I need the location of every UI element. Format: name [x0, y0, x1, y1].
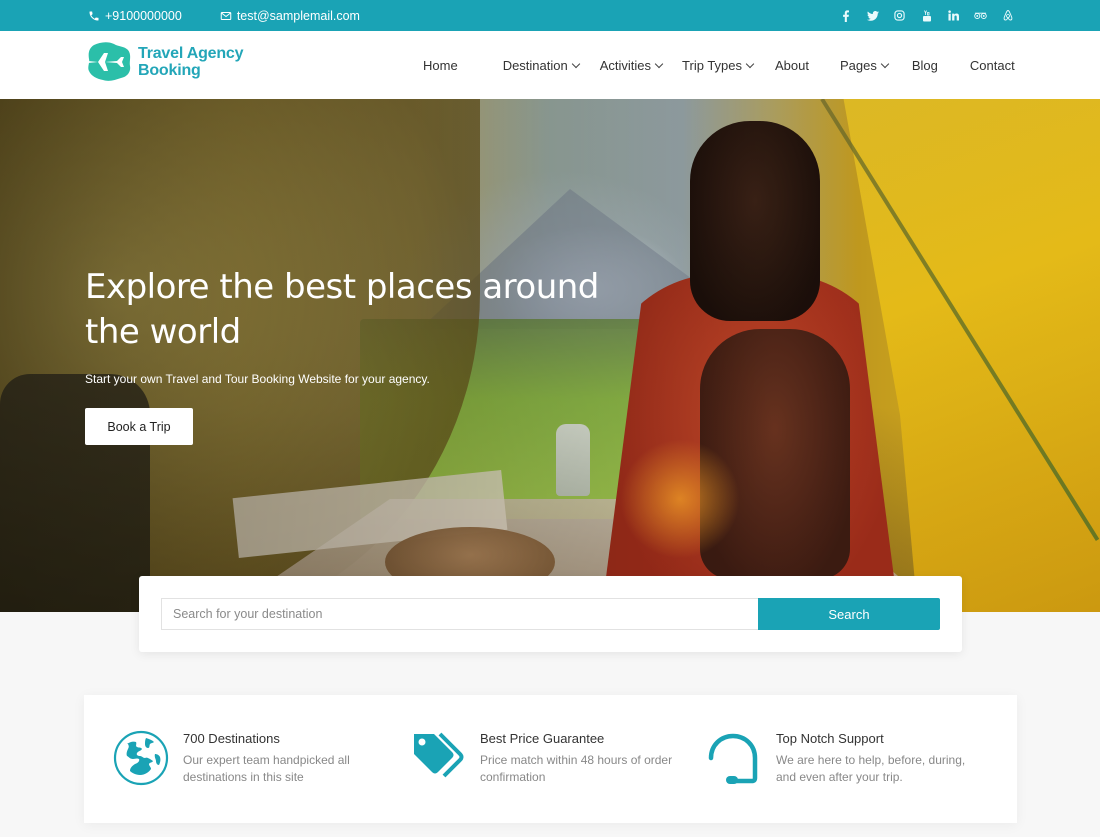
mail-icon [220, 11, 232, 20]
instagram-icon[interactable] [893, 9, 906, 22]
main-nav: Home Destination Activities Trip Types A… [413, 31, 1015, 99]
hero-banner: Explore the best places around the world… [0, 99, 1100, 612]
headset-icon [708, 733, 758, 784]
site-logo[interactable]: Travel Agency Booking [84, 41, 244, 83]
chevron-down-icon [654, 59, 664, 68]
nav-about-label: About [775, 57, 809, 73]
nav-pages-label: Pages [839, 57, 877, 73]
globe-icon [113, 730, 169, 786]
feature-item: Best Price Guarantee Price match within … [410, 730, 680, 786]
search-panel: Search [139, 576, 962, 652]
hero-subtitle: Start your own Travel and Tour Booking W… [85, 372, 430, 386]
nav-contact[interactable]: Contact [970, 58, 1015, 73]
twitter-icon[interactable] [866, 9, 879, 22]
tripadvisor-icon[interactable] [974, 9, 987, 22]
email-link[interactable]: test@samplemail.com [220, 9, 360, 23]
phone-icon [89, 11, 99, 20]
nav-blog-label: Blog [911, 57, 938, 73]
phone-link[interactable]: +9100000000 [88, 9, 182, 23]
feature-title: Top Notch Support [776, 731, 884, 746]
nav-home[interactable]: Home [423, 58, 458, 73]
contact-info: +9100000000 test@samplemail.com [88, 0, 398, 31]
facebook-icon[interactable] [839, 9, 852, 22]
chevron-down-icon [880, 59, 890, 68]
nav-activities-label: Activities [599, 57, 652, 73]
hero-title: Explore the best places around the world [85, 265, 625, 355]
feature-item: 700 Destinations Our expert team handpic… [113, 730, 383, 786]
top-bar: +9100000000 test@samplemail.com [0, 0, 1100, 31]
hero-title-line-2: the world [85, 312, 241, 352]
feature-description: Price match within 48 hours of order con… [480, 753, 673, 784]
search-button[interactable]: Search [758, 598, 940, 630]
email-address: test@samplemail.com [236, 8, 360, 23]
feature-title: Best Price Guarantee [480, 731, 605, 746]
social-links [825, 0, 1014, 31]
airbnb-icon[interactable] [1001, 9, 1014, 22]
nav-trip-types[interactable]: Trip Types [682, 57, 755, 73]
chevron-down-icon [571, 59, 580, 68]
nav-home-label: Home [423, 57, 458, 73]
nav-destination-label: Destination [502, 57, 568, 73]
feature-description: We are here to help, before, during, and… [776, 753, 966, 784]
nav-pages[interactable]: Pages [839, 57, 890, 73]
nav-activities[interactable]: Activities [599, 57, 664, 73]
book-a-trip-button[interactable]: Book a Trip [85, 408, 193, 445]
airplane-logo-icon [88, 42, 131, 81]
nav-about[interactable]: About [775, 58, 809, 73]
site-header: Travel Agency Booking Home Destination A… [0, 31, 1100, 99]
nav-trip-types-label: Trip Types [682, 57, 742, 73]
nav-blog[interactable]: Blog [912, 58, 938, 73]
feature-description: Our expert team handpicked all destinati… [183, 753, 350, 784]
brand-line-1: Travel Agency [138, 45, 244, 62]
hero-content: Explore the best places around the world… [85, 265, 625, 445]
youtube-icon[interactable] [920, 9, 933, 22]
price-tag-icon [414, 732, 464, 778]
nav-destination[interactable]: Destination [502, 57, 580, 73]
chevron-down-icon [745, 59, 755, 68]
nav-contact-label: Contact [969, 57, 1015, 73]
feature-title: 700 Destinations [183, 731, 280, 746]
linkedin-icon[interactable] [947, 9, 960, 22]
brand-line-2: Booking [138, 62, 201, 79]
destination-search-input[interactable] [161, 598, 759, 630]
hero-title-line-1: Explore the best places around [85, 267, 599, 307]
feature-item: Top Notch Support We are here to help, b… [706, 730, 976, 786]
features-section: 700 Destinations Our expert team handpic… [84, 695, 1017, 823]
phone-number: +9100000000 [105, 8, 182, 23]
